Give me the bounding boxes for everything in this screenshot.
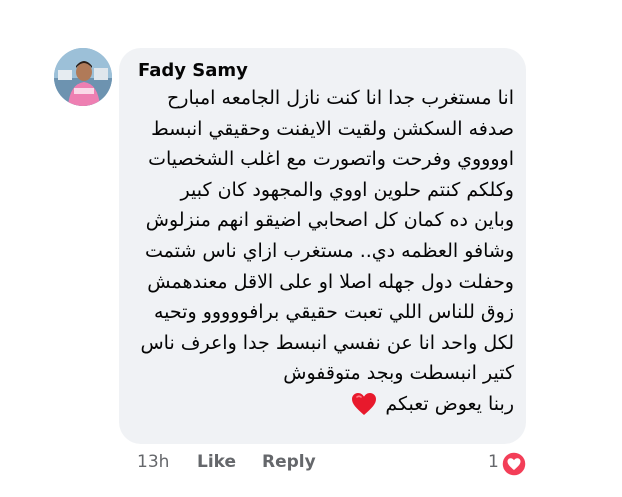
comment-line: لكل واحد انا عن نفسي انبسط جدا واعرف ناس: [140, 331, 514, 354]
comment-line: وباين ده كمان كل اصحابي اضيقو انهم منزلو…: [145, 209, 514, 232]
profile-photo: [54, 48, 112, 106]
timestamp[interactable]: 13h: [137, 452, 169, 472]
comment-line: صدفه السكشن ولقيت الايفنت وحقيقي انبسط: [151, 117, 514, 140]
like-button[interactable]: Like: [197, 452, 236, 472]
comment-line: وكلكم كنتم حلوين اووي والمجهود كان كبير: [180, 178, 514, 201]
comment-line-text: ربنا يعوض تعبكم: [385, 392, 514, 415]
comment-view: Fady Samy انا مستغرب جدا انا كنت نازل ال…: [0, 0, 622, 497]
author-name[interactable]: Fady Samy: [138, 60, 248, 81]
reaction-count: 1: [488, 452, 499, 472]
comment-line: اووووي وفرحت واتصورت مع اغلب الشخصيات: [148, 148, 514, 171]
love-reaction-icon: [501, 451, 527, 477]
comment-line: زوق للناس اللي تعبت حقيقي برافووووو وتحي…: [154, 301, 514, 324]
reply-button[interactable]: Reply: [262, 452, 316, 472]
red-heart-emoji-icon: [351, 392, 377, 416]
comment-line: كتير انبسطت وبجد متوقفوش: [283, 362, 514, 385]
comment-line: انا مستغرب جدا انا كنت نازل الجامعه امبا…: [167, 87, 514, 109]
comment-text: انا مستغرب جدا انا كنت نازل الجامعه امبا…: [124, 83, 514, 420]
avatar[interactable]: [54, 48, 112, 106]
comment-line: وشافو العظمه دي.. مستغرب ازاي ناس شتمت: [145, 239, 514, 262]
comment-last-line: ربنا يعوض تعبكم: [124, 389, 514, 420]
comment-line: وحفلت دول جهله اصلا او على الاقل معندهمش: [147, 270, 514, 293]
